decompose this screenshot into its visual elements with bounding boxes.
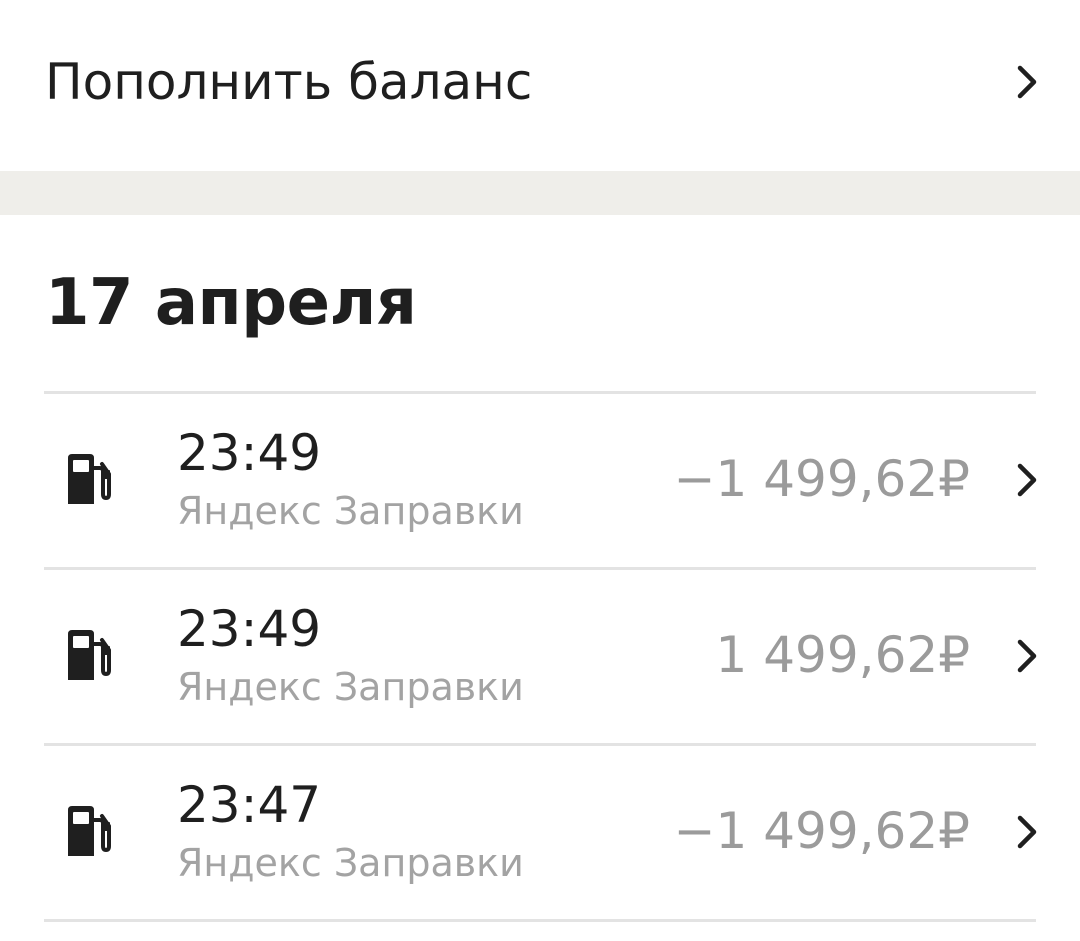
transaction-time: 23:49 bbox=[177, 600, 322, 658]
chevron-right-icon bbox=[1012, 812, 1042, 852]
chevron-right-icon bbox=[1012, 460, 1042, 500]
fuel-pump-icon bbox=[64, 806, 112, 858]
divider bbox=[44, 919, 1036, 922]
top-up-balance-row[interactable]: Пополнить баланс bbox=[0, 0, 1080, 171]
transaction-amount: 1 499,62₽ bbox=[715, 626, 970, 684]
transaction-amount: −1 499,62₽ bbox=[673, 802, 970, 860]
date-heading: 17 апреля bbox=[45, 266, 417, 340]
transaction-time: 23:49 bbox=[177, 424, 322, 482]
transaction-merchant: Яндекс Заправки bbox=[177, 665, 524, 709]
transaction-merchant: Яндекс Заправки bbox=[177, 489, 524, 533]
transaction-time: 23:47 bbox=[177, 776, 322, 834]
transaction-row[interactable]: 23:47 Яндекс Заправки −1 499,62₽ bbox=[0, 746, 1080, 919]
top-up-balance-label: Пополнить баланс bbox=[45, 53, 533, 111]
chevron-right-icon bbox=[1012, 62, 1042, 102]
section-separator bbox=[0, 171, 1080, 215]
transaction-merchant: Яндекс Заправки bbox=[177, 841, 524, 885]
fuel-pump-icon bbox=[64, 630, 112, 682]
fuel-pump-icon bbox=[64, 454, 112, 506]
chevron-right-icon bbox=[1012, 636, 1042, 676]
transaction-row[interactable]: 23:49 Яндекс Заправки 1 499,62₽ bbox=[0, 570, 1080, 743]
transaction-amount: −1 499,62₽ bbox=[673, 450, 970, 508]
transaction-row[interactable]: 23:49 Яндекс Заправки −1 499,62₽ bbox=[0, 394, 1080, 567]
